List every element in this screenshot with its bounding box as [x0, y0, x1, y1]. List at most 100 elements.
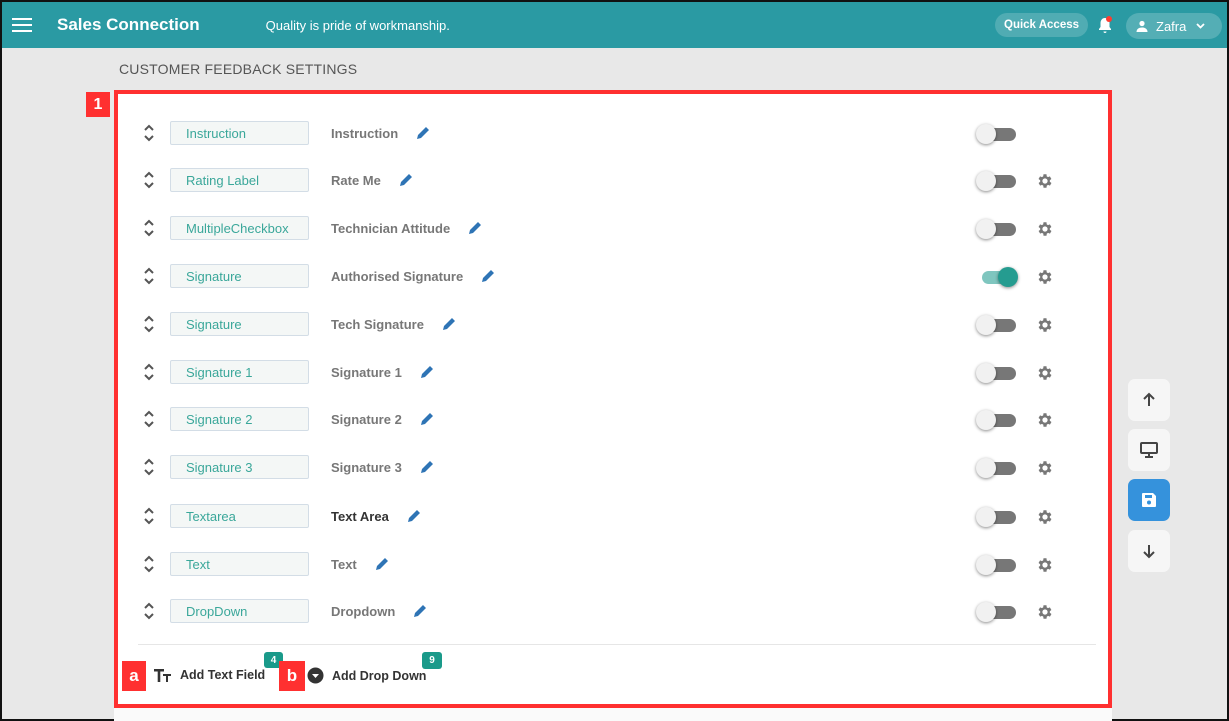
field-row: Signature 3 Signature 3 [138, 450, 1078, 484]
pencil-icon[interactable] [406, 508, 422, 524]
annotation-marker-1: 1 [86, 92, 110, 117]
field-enabled-toggle[interactable] [976, 124, 1020, 144]
brand-name[interactable]: Sales Connection [57, 15, 200, 35]
save-button[interactable] [1128, 479, 1170, 521]
field-enabled-toggle[interactable] [976, 171, 1020, 191]
gear-icon[interactable] [1036, 364, 1054, 382]
field-enabled-toggle[interactable] [976, 219, 1020, 239]
field-enabled-toggle[interactable] [976, 458, 1020, 478]
divider [138, 644, 1096, 645]
annotation-marker-a: a [122, 661, 146, 691]
scroll-down-button[interactable] [1128, 530, 1170, 572]
field-row: Signature Tech Signature [138, 307, 1078, 341]
field-type-chip: Signature 1 [170, 360, 309, 384]
field-type-label: Instruction [186, 125, 246, 141]
tagline: Quality is pride of workmanship. [265, 17, 450, 33]
gear-icon[interactable] [1036, 508, 1054, 526]
field-enabled-toggle[interactable] [976, 507, 1020, 527]
field-label-text: Tech Signature [331, 316, 424, 332]
reorder-handle-icon[interactable] [142, 265, 156, 287]
user-menu[interactable]: Zafra [1126, 13, 1222, 39]
gear-icon[interactable] [1036, 316, 1054, 334]
gear-icon[interactable] [1036, 268, 1054, 286]
field-label: Text Area [331, 508, 422, 524]
gear-icon[interactable] [1036, 411, 1054, 429]
reorder-handle-icon[interactable] [142, 408, 156, 430]
field-label: Dropdown [331, 603, 428, 619]
add-text-field-label: Add Text Field [180, 668, 266, 682]
field-row: Signature Authorised Signature [138, 259, 1078, 293]
pencil-icon[interactable] [441, 316, 457, 332]
save-icon [1142, 493, 1156, 507]
field-enabled-toggle[interactable] [976, 410, 1020, 430]
field-type-label: Signature [186, 268, 242, 284]
field-type-chip: Text [170, 552, 309, 576]
field-label: Tech Signature [331, 316, 457, 332]
add-text-field-button[interactable]: Add Text Field [153, 667, 265, 683]
add-drop-down-button[interactable]: Add Drop Down [307, 667, 426, 684]
field-label-text: Instruction [331, 125, 399, 141]
field-enabled-toggle[interactable] [976, 267, 1020, 287]
field-row: Textarea Text Area [138, 499, 1078, 533]
reorder-handle-icon[interactable] [142, 122, 156, 144]
hamburger-menu-icon[interactable] [12, 18, 32, 32]
pencil-icon[interactable] [419, 459, 435, 475]
dropdown-circle-icon [307, 667, 324, 684]
field-type-chip: Textarea [170, 504, 309, 528]
field-type-chip: Signature [170, 312, 309, 336]
user-name: Zafra [1156, 18, 1187, 34]
field-label: Authorised Signature [331, 268, 496, 284]
field-enabled-toggle[interactable] [976, 555, 1020, 575]
field-type-label: Signature 1 [186, 364, 253, 380]
gear-icon[interactable] [1036, 172, 1054, 190]
field-type-label: Textarea [186, 508, 236, 524]
field-enabled-toggle[interactable] [976, 602, 1020, 622]
field-label: Signature 1 [331, 364, 435, 380]
scroll-up-button[interactable] [1128, 379, 1170, 421]
field-label: Instruction [331, 125, 431, 141]
pencil-icon[interactable] [415, 125, 431, 141]
reorder-handle-icon[interactable] [142, 217, 156, 239]
field-label-text: Signature 3 [331, 459, 402, 475]
arrow-down-icon [1143, 545, 1155, 559]
field-label-text: Signature 1 [331, 364, 402, 380]
reorder-handle-icon[interactable] [142, 600, 156, 622]
pencil-icon[interactable] [412, 603, 428, 619]
field-type-chip: Signature [170, 264, 309, 288]
field-enabled-toggle[interactable] [976, 363, 1020, 383]
pencil-icon[interactable] [467, 220, 483, 236]
reorder-handle-icon[interactable] [142, 361, 156, 383]
field-type-label: Signature [186, 316, 242, 332]
arrow-up-icon [1143, 392, 1155, 406]
preview-button[interactable] [1128, 429, 1170, 471]
field-type-chip: Signature 2 [170, 407, 309, 431]
pencil-icon[interactable] [398, 172, 414, 188]
reorder-handle-icon[interactable] [142, 169, 156, 191]
reorder-handle-icon[interactable] [142, 505, 156, 527]
pencil-icon[interactable] [480, 268, 496, 284]
pencil-icon[interactable] [374, 556, 390, 572]
gear-icon[interactable] [1036, 603, 1054, 621]
pencil-icon[interactable] [419, 364, 435, 380]
field-label: Signature 2 [331, 411, 435, 427]
text-size-icon [154, 669, 171, 682]
reorder-handle-icon[interactable] [142, 553, 156, 575]
field-type-label: DropDown [186, 603, 248, 619]
gear-icon[interactable] [1036, 556, 1054, 574]
bell-icon[interactable] [1098, 16, 1112, 34]
quick-access-button[interactable]: Quick Access [995, 13, 1089, 37]
pencil-icon[interactable] [419, 411, 435, 427]
field-label: Rate Me [331, 172, 414, 188]
field-row: DropDown Dropdown [138, 594, 1078, 628]
field-type-label: Text [186, 556, 210, 572]
reorder-handle-icon[interactable] [142, 456, 156, 478]
gear-icon[interactable] [1036, 220, 1054, 238]
monitor-icon [1140, 442, 1158, 458]
field-type-chip: MultipleCheckbox [170, 216, 309, 240]
field-type-chip: Instruction [170, 121, 309, 145]
reorder-handle-icon[interactable] [142, 313, 156, 335]
field-label-text: Rate Me [331, 172, 381, 188]
field-enabled-toggle[interactable] [976, 315, 1020, 335]
gear-icon[interactable] [1036, 459, 1054, 477]
field-label-text: Signature 2 [331, 411, 402, 427]
